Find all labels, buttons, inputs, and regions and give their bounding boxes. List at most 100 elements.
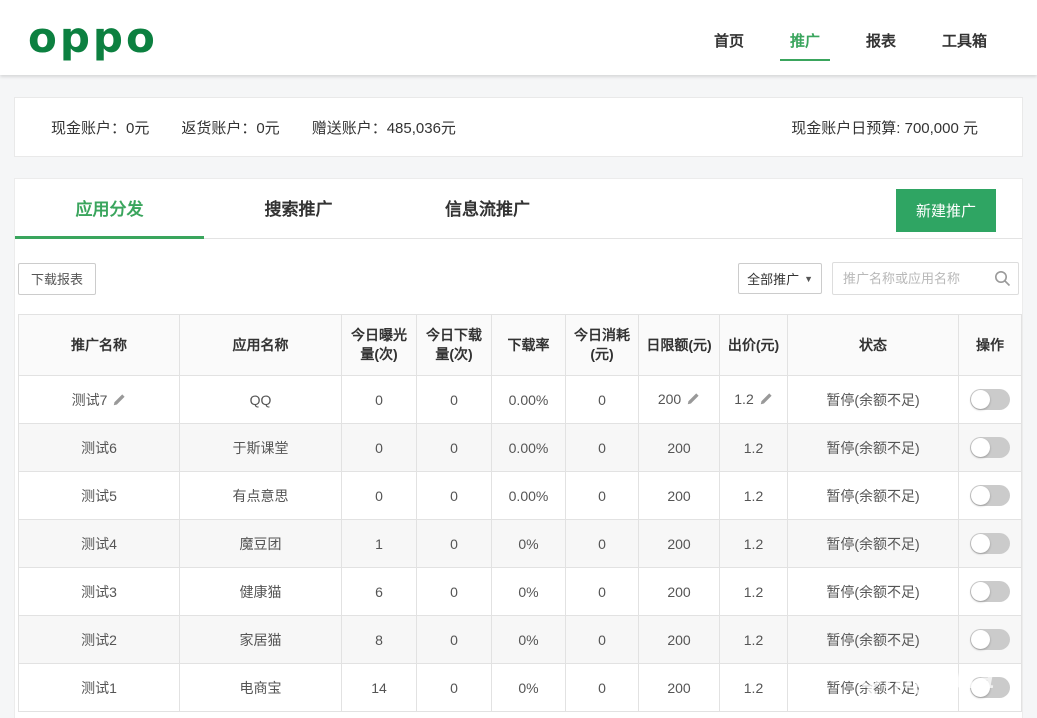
cell-downloads: 0 xyxy=(417,520,492,568)
oppo-logo[interactable]: oppo xyxy=(28,17,158,59)
cell-downloads: 0 xyxy=(417,376,492,424)
toolbar-right-group: 全部推广 ▼ xyxy=(738,262,1019,295)
cell-download-rate: 0% xyxy=(492,616,566,664)
cell-actions xyxy=(959,520,1022,568)
tab-feed-promotion[interactable]: 信息流推广 xyxy=(393,179,582,239)
col-header-actions: 操作 xyxy=(959,315,1022,376)
col-header-spend-today: 今日消耗(元) xyxy=(566,315,639,376)
cell-daily-limit: 200 xyxy=(639,376,720,424)
cell-campaign-name: 测试2 xyxy=(19,616,180,664)
cell-downloads: 0 xyxy=(417,424,492,472)
table-row: 测试6 于斯课堂 0 0 0.00% 0 200 1.2 暂停(余额不足) xyxy=(19,424,1022,472)
search-input[interactable] xyxy=(832,262,1019,295)
cell-download-rate: 0% xyxy=(492,520,566,568)
col-header-download-rate: 下载率 xyxy=(492,315,566,376)
toggle-knob xyxy=(971,438,990,457)
cell-daily-limit: 200 xyxy=(639,520,720,568)
search-icon[interactable] xyxy=(994,270,1011,292)
enable-toggle[interactable] xyxy=(970,437,1010,458)
cell-spend: 0 xyxy=(566,664,639,712)
enable-toggle[interactable] xyxy=(970,533,1010,554)
cell-bid: 1.2 xyxy=(720,568,788,616)
account-summary-bar: 现金账户：0元 返货账户：0元 赠送账户：485,036元 现金账户日预算: 7… xyxy=(14,97,1023,157)
enable-toggle[interactable] xyxy=(970,677,1010,698)
tab-search-promotion[interactable]: 搜索推广 xyxy=(204,179,393,239)
cell-download-rate: 0% xyxy=(492,664,566,712)
search-box xyxy=(832,262,1019,295)
cell-impressions: 6 xyxy=(342,568,417,616)
cell-status: 暂停(余额不足) xyxy=(788,664,959,712)
cell-impressions: 8 xyxy=(342,616,417,664)
cell-spend: 0 xyxy=(566,376,639,424)
cell-impressions: 0 xyxy=(342,424,417,472)
table-row: 测试2 家居猫 8 0 0% 0 200 1.2 暂停(余额不足) xyxy=(19,616,1022,664)
col-header-campaign-name: 推广名称 xyxy=(19,315,180,376)
table-toolbar: 下载报表 全部推广 ▼ xyxy=(15,239,1022,295)
cell-impressions: 0 xyxy=(342,376,417,424)
toggle-knob xyxy=(971,486,990,505)
toggle-knob xyxy=(971,582,990,601)
campaign-table: 推广名称 应用名称 今日曝光量(次) 今日下载量(次) 下载率 今日消耗(元) … xyxy=(18,314,1022,712)
cell-bid: 1.2 xyxy=(720,616,788,664)
top-header: oppo 首页 推广 报表 工具箱 xyxy=(0,0,1037,75)
cell-campaign-name: 测试7 xyxy=(19,376,180,424)
col-header-status: 状态 xyxy=(788,315,959,376)
cell-spend: 0 xyxy=(566,424,639,472)
enable-toggle[interactable] xyxy=(970,581,1010,602)
cell-download-rate: 0% xyxy=(492,568,566,616)
edit-name-icon[interactable] xyxy=(112,393,126,410)
cell-status: 暂停(余额不足) xyxy=(788,520,959,568)
col-header-impressions-today: 今日曝光量(次) xyxy=(342,315,417,376)
cash-account-balance: 现金账户：0元 xyxy=(51,117,149,138)
download-report-button[interactable]: 下载报表 xyxy=(18,263,96,295)
promotion-panel: 应用分发 搜索推广 信息流推广 新建推广 下载报表 全部推广 ▼ xyxy=(14,178,1023,718)
cell-app-name: 于斯课堂 xyxy=(180,424,342,472)
cell-actions xyxy=(959,568,1022,616)
nav-item-home[interactable]: 首页 xyxy=(704,0,754,61)
cell-download-rate: 0.00% xyxy=(492,472,566,520)
cell-download-rate: 0.00% xyxy=(492,376,566,424)
nav-item-toolbox[interactable]: 工具箱 xyxy=(932,0,997,61)
cell-bid: 1.2 xyxy=(720,472,788,520)
cell-impressions: 0 xyxy=(342,472,417,520)
campaign-filter-value: 全部推广 xyxy=(747,269,799,288)
return-account-balance: 返货账户：0元 xyxy=(181,117,279,138)
cell-actions xyxy=(959,664,1022,712)
cell-downloads: 0 xyxy=(417,568,492,616)
cell-bid: 1.2 xyxy=(720,424,788,472)
cell-daily-limit: 200 xyxy=(639,472,720,520)
cell-status: 暂停(余额不足) xyxy=(788,472,959,520)
toggle-knob xyxy=(971,630,990,649)
enable-toggle[interactable] xyxy=(970,389,1010,410)
cell-bid: 1.2 xyxy=(720,376,788,424)
edit-bid-icon[interactable] xyxy=(759,392,773,409)
cell-app-name: 有点意思 xyxy=(180,472,342,520)
tab-app-distribution[interactable]: 应用分发 xyxy=(15,179,204,239)
enable-toggle[interactable] xyxy=(970,485,1010,506)
col-header-bid: 出价(元) xyxy=(720,315,788,376)
campaign-filter-dropdown[interactable]: 全部推广 ▼ xyxy=(738,263,822,294)
nav-item-reports[interactable]: 报表 xyxy=(856,0,906,61)
chevron-down-icon: ▼ xyxy=(804,274,813,284)
col-header-downloads-today: 今日下载量(次) xyxy=(417,315,492,376)
cell-app-name: 电商宝 xyxy=(180,664,342,712)
nav-item-promotion[interactable]: 推广 xyxy=(780,0,830,61)
cell-downloads: 0 xyxy=(417,472,492,520)
toggle-knob xyxy=(971,390,990,409)
cell-campaign-name: 测试3 xyxy=(19,568,180,616)
cell-daily-limit: 200 xyxy=(639,424,720,472)
gift-account-balance: 赠送账户：485,036元 xyxy=(312,117,456,138)
cell-spend: 0 xyxy=(566,472,639,520)
cell-actions xyxy=(959,424,1022,472)
cell-spend: 0 xyxy=(566,616,639,664)
cell-impressions: 14 xyxy=(342,664,417,712)
enable-toggle[interactable] xyxy=(970,629,1010,650)
table-row: 测试4 魔豆团 1 0 0% 0 200 1.2 暂停(余额不足) xyxy=(19,520,1022,568)
edit-limit-icon[interactable] xyxy=(686,392,700,409)
cell-app-name: 健康猫 xyxy=(180,568,342,616)
cell-app-name: QQ xyxy=(180,376,342,424)
new-campaign-button[interactable]: 新建推广 xyxy=(896,189,996,232)
cell-campaign-name: 测试4 xyxy=(19,520,180,568)
cell-status: 暂停(余额不足) xyxy=(788,568,959,616)
cell-spend: 0 xyxy=(566,520,639,568)
